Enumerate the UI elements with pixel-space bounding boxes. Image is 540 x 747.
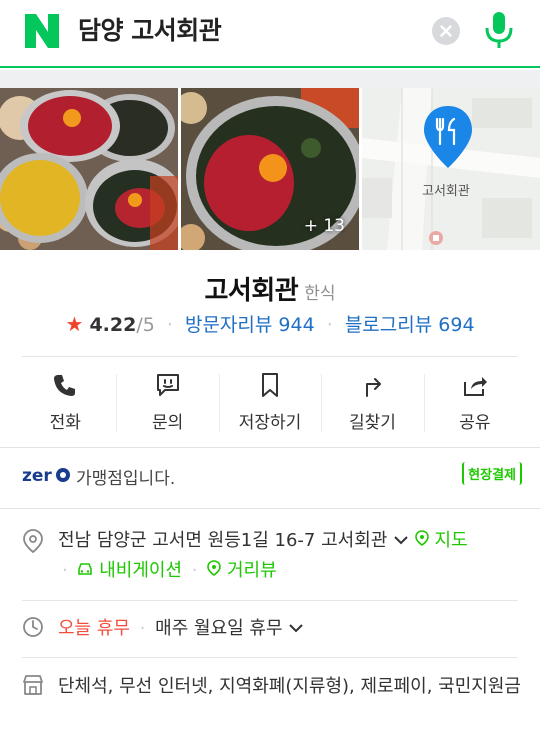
poi-icon: [429, 231, 443, 245]
bookmark-icon: [262, 373, 279, 397]
navigation-link[interactable]: 내비게이션: [77, 560, 187, 581]
chevron-down-icon[interactable]: [393, 534, 409, 546]
rating-max: /5: [136, 314, 155, 336]
clear-search-button[interactable]: [432, 17, 460, 45]
search-bar: 담양 고서회관: [0, 0, 540, 68]
share-label: 공유: [459, 413, 491, 433]
zeropay-logo-icon: zer: [22, 466, 70, 486]
address-row: 전남 담양군 고서면 원등1길 16-7 고서회관 지도 · 내비게이션 · 거…: [22, 526, 522, 586]
amenities-row: 단체석, 무선 인터넷, 지역화폐(지류형), 제로페이, 국민지원금: [22, 672, 522, 702]
store-icon: [23, 675, 43, 695]
rating-value: 4.22: [89, 314, 137, 336]
navigation-label: 내비게이션: [99, 560, 183, 581]
more-photos-count[interactable]: + 13: [304, 216, 345, 236]
divider: ·: [166, 314, 173, 336]
hours-detail: 매주 월요일 휴무: [155, 618, 283, 639]
share-button[interactable]: 공유: [423, 358, 526, 446]
microphone-icon[interactable]: [482, 10, 516, 50]
zeropay-row: zer 가맹점입니다. 현장결제: [22, 462, 522, 492]
car-icon: [78, 563, 93, 575]
inquiry-button[interactable]: 문의: [116, 358, 218, 446]
place-category: 한식: [304, 284, 336, 304]
street-view-icon: [207, 560, 222, 576]
share-icon: [463, 377, 487, 396]
close-icon: [440, 25, 452, 37]
bullet: ·: [191, 560, 198, 581]
divider: [22, 657, 518, 658]
map-pin-icon: [424, 106, 472, 168]
location-pin-icon: [23, 529, 43, 554]
divider: [22, 600, 518, 601]
chat-icon: [156, 374, 179, 396]
directions-button[interactable]: 길찾기: [321, 358, 423, 446]
bullet: ·: [62, 560, 68, 581]
blog-reviews-link[interactable]: 블로그리뷰 694: [345, 314, 475, 336]
map-marker-icon: [414, 530, 429, 546]
hours-row: 오늘 휴무 · 매주 월요일 휴무: [22, 614, 522, 644]
address-text: 전남 담양군 고서면 원등1길 16-7 고서회관: [58, 530, 388, 551]
map-thumbnail[interactable]: 고서회관: [362, 88, 540, 250]
divider: [0, 508, 540, 509]
header-divider: [0, 70, 540, 88]
star-icon: ★: [65, 312, 84, 336]
photo-strip: + 13 고서회관: [0, 88, 540, 250]
svg-text:zer: zer: [22, 466, 52, 486]
place-name: 고서회관: [204, 276, 299, 306]
bullet: ·: [139, 618, 146, 639]
onsite-payment-badge[interactable]: 현장결제: [462, 462, 522, 485]
chevron-down-icon[interactable]: [288, 622, 304, 634]
open-status: 오늘 휴무: [58, 618, 130, 639]
directions-icon: [366, 378, 382, 397]
place-title: 고서회관 한식: [0, 270, 540, 307]
map-link-label: 지도: [434, 530, 468, 551]
inquiry-label: 문의: [151, 413, 184, 433]
visitor-reviews-link[interactable]: 방문자리뷰 944: [185, 314, 315, 336]
action-bar: 전화 문의 저장하기 길찾기 공유: [14, 358, 526, 446]
save-label: 저장하기: [238, 413, 302, 433]
map-place-label: 고서회관: [422, 184, 470, 199]
directions-label: 길찾기: [348, 413, 396, 433]
naver-logo-icon[interactable]: [25, 14, 59, 48]
divider: ·: [326, 314, 333, 336]
food-photo-2[interactable]: + 13: [181, 88, 359, 250]
amenities-text: 단체석, 무선 인터넷, 지역화폐(지류형), 제로페이, 국민지원금: [58, 676, 521, 697]
street-view-label: 거리뷰: [226, 560, 277, 581]
divider: [22, 356, 518, 357]
search-input[interactable]: 담양 고서회관: [78, 14, 222, 48]
phone-icon: [54, 375, 76, 396]
rating-row: ★ 4.22/5 · 방문자리뷰 944 · 블로그리뷰 694: [0, 310, 540, 337]
map-link[interactable]: 지도: [414, 530, 468, 551]
call-button[interactable]: 전화: [14, 358, 116, 446]
street-view-link[interactable]: 거리뷰: [207, 560, 277, 581]
call-label: 전화: [49, 413, 81, 433]
zeropay-text: 가맹점입니다.: [76, 469, 176, 489]
divider: [0, 447, 540, 448]
save-button[interactable]: 저장하기: [218, 358, 321, 446]
food-photo-1[interactable]: [0, 88, 178, 250]
clock-icon: [23, 617, 43, 637]
